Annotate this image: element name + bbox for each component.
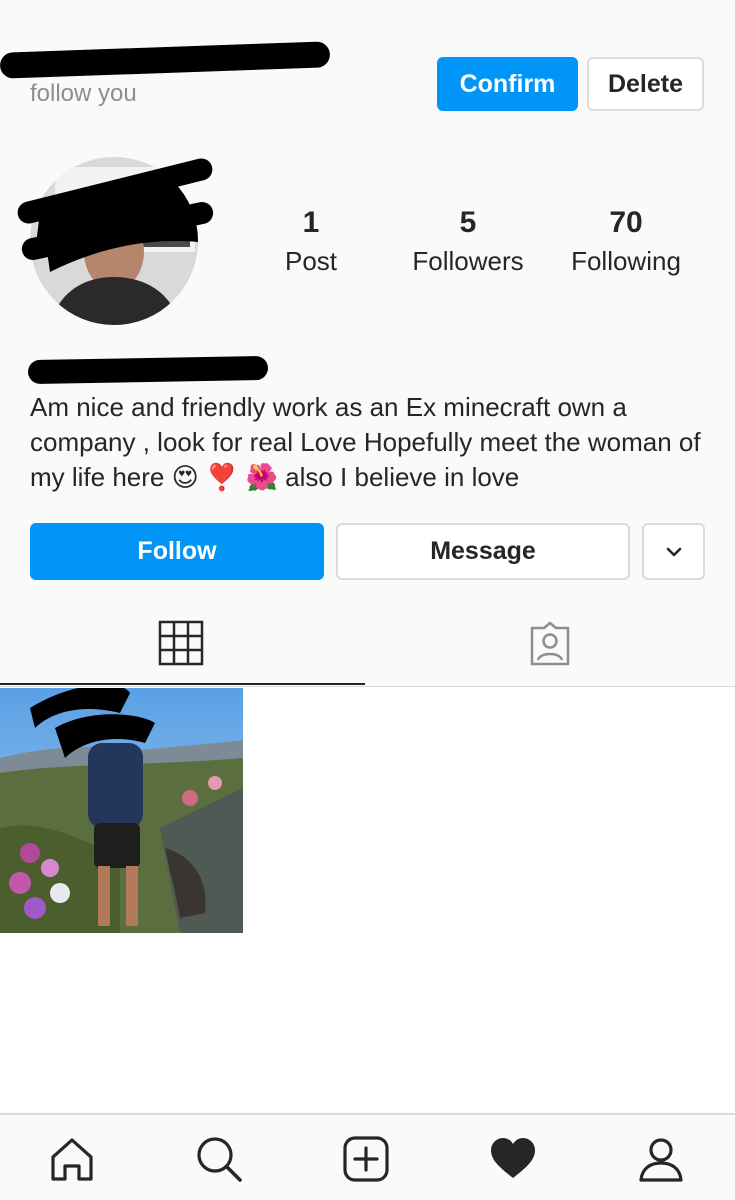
new-post-icon[interactable] — [342, 1135, 390, 1183]
tab-grid[interactable] — [158, 620, 204, 666]
stat-posts[interactable]: 1 Post — [236, 206, 386, 278]
profile-bio: Am nice and friendly work as an Ex minec… — [30, 392, 701, 492]
post-thumbnail[interactable] — [0, 688, 243, 933]
confirm-button[interactable]: Confirm — [437, 57, 578, 111]
stat-followers[interactable]: 5 Followers — [393, 206, 543, 278]
tab-tagged[interactable] — [526, 620, 574, 668]
profile-icon[interactable] — [637, 1135, 685, 1183]
suggested-dropdown-button[interactable] — [642, 523, 705, 580]
posts-count: 1 — [302, 206, 320, 239]
stat-following[interactable]: 70 Following — [551, 206, 701, 278]
active-tab-indicator — [0, 683, 365, 685]
delete-button[interactable]: Delete — [587, 57, 704, 111]
tagged-icon — [530, 621, 570, 666]
post-photo — [0, 688, 243, 933]
following-count: 70 — [609, 206, 643, 239]
home-icon[interactable] — [48, 1135, 96, 1183]
followers-label: Followers — [412, 246, 524, 276]
grid-icon — [158, 620, 204, 666]
follow-button[interactable]: Follow — [30, 523, 324, 580]
following-label: Following — [571, 246, 681, 276]
posts-label: Post — [284, 246, 338, 276]
search-icon[interactable] — [195, 1135, 243, 1183]
message-button[interactable]: Message — [336, 523, 630, 580]
chevron-down-icon — [666, 547, 681, 556]
redacted-username-scribble — [0, 41, 331, 79]
activity-heart-icon[interactable] — [489, 1135, 537, 1183]
redacted-profile-name — [27, 355, 269, 385]
follow-request-text: follow you — [30, 80, 137, 107]
followers-count: 5 — [459, 206, 477, 239]
